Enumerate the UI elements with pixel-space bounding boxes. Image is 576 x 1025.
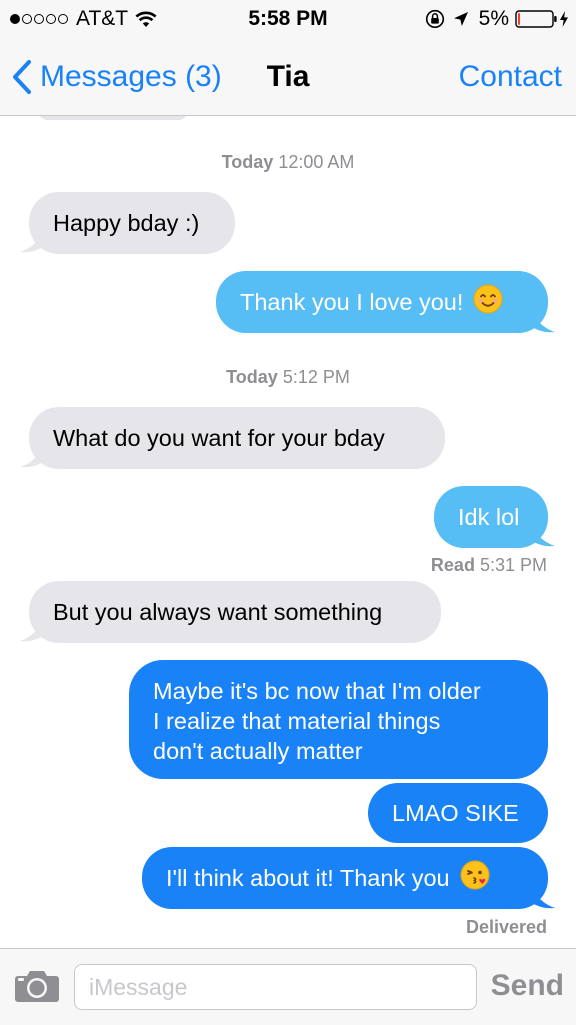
camera-button[interactable] xyxy=(14,969,60,1008)
contact-button[interactable]: Contact xyxy=(459,60,562,94)
contact-name: Tia xyxy=(266,60,310,93)
timestamp-day: Today xyxy=(226,367,278,387)
outgoing-message-bubble[interactable]: LMAO SIKE xyxy=(368,783,548,843)
outgoing-message-bubble[interactable]: I'll think about it! Thank you xyxy=(142,847,548,909)
timestamp-time: 12:00 AM xyxy=(278,152,355,172)
location-arrow-icon xyxy=(453,11,469,27)
delivered-status: Delivered xyxy=(466,917,547,938)
chevron-left-icon xyxy=(13,60,31,94)
rotation-lock-icon xyxy=(425,9,445,29)
read-receipt-label: Read xyxy=(430,555,475,575)
previous-message-bubble xyxy=(38,116,188,120)
incoming-message-bubble[interactable]: But you always want something xyxy=(29,581,441,643)
message-text: What do you want for your bday xyxy=(53,425,385,451)
outgoing-message-bubble[interactable]: Thank you I love you! xyxy=(216,271,548,333)
incoming-message-bubble[interactable]: What do you want for your bday xyxy=(29,407,445,469)
read-receipt-time: 5:31 PM xyxy=(479,555,547,575)
camera-icon xyxy=(15,971,59,1002)
read-receipt: Read 5:31 PM xyxy=(431,555,547,576)
timestamp-time: 5:12 PM xyxy=(282,367,350,387)
timestamp-header: Today 5:12 PM xyxy=(0,367,576,388)
navigation-bar: Messages (3) Tia Contact xyxy=(0,38,576,116)
compose-bar: Send xyxy=(0,948,576,1025)
message-text: Maybe it's bc now that I'm older I reali… xyxy=(153,678,481,764)
status-bar: AT&T 5:58 PM 5% xyxy=(0,0,576,38)
message-text: Idk lol xyxy=(458,504,520,530)
status-right: 5% xyxy=(425,7,568,31)
charging-bolt-icon xyxy=(560,11,568,27)
imessage-input[interactable] xyxy=(74,964,477,1010)
message-text: But you always want something xyxy=(53,599,383,625)
timestamp-header: Today 12:00 AM xyxy=(0,152,576,173)
back-to-messages-button[interactable]: Messages (3) xyxy=(12,58,222,96)
outgoing-message-bubble[interactable]: Maybe it's bc now that I'm older I reali… xyxy=(129,660,548,779)
message-text: Happy bday :) xyxy=(53,210,200,236)
delivered-label: Delivered xyxy=(465,917,547,937)
kissing-face-emoji xyxy=(460,860,490,897)
incoming-message-bubble[interactable]: Happy bday :) xyxy=(29,192,235,254)
message-text: LMAO SIKE xyxy=(392,800,519,826)
send-button[interactable]: Send xyxy=(491,969,564,1003)
smiling-face-emoji xyxy=(473,284,503,321)
battery-icon xyxy=(515,9,559,29)
battery-percent: 5% xyxy=(478,7,509,30)
message-thread[interactable]: Today 12:00 AM Happy bday :) Thank you I… xyxy=(0,116,576,948)
message-text: Thank you I love you! xyxy=(240,289,464,315)
back-button-label: Messages (3) xyxy=(40,60,222,93)
outgoing-message-bubble[interactable]: Idk lol xyxy=(434,486,548,548)
timestamp-day: Today xyxy=(221,152,274,172)
message-text: I'll think about it! Thank you xyxy=(166,865,450,891)
